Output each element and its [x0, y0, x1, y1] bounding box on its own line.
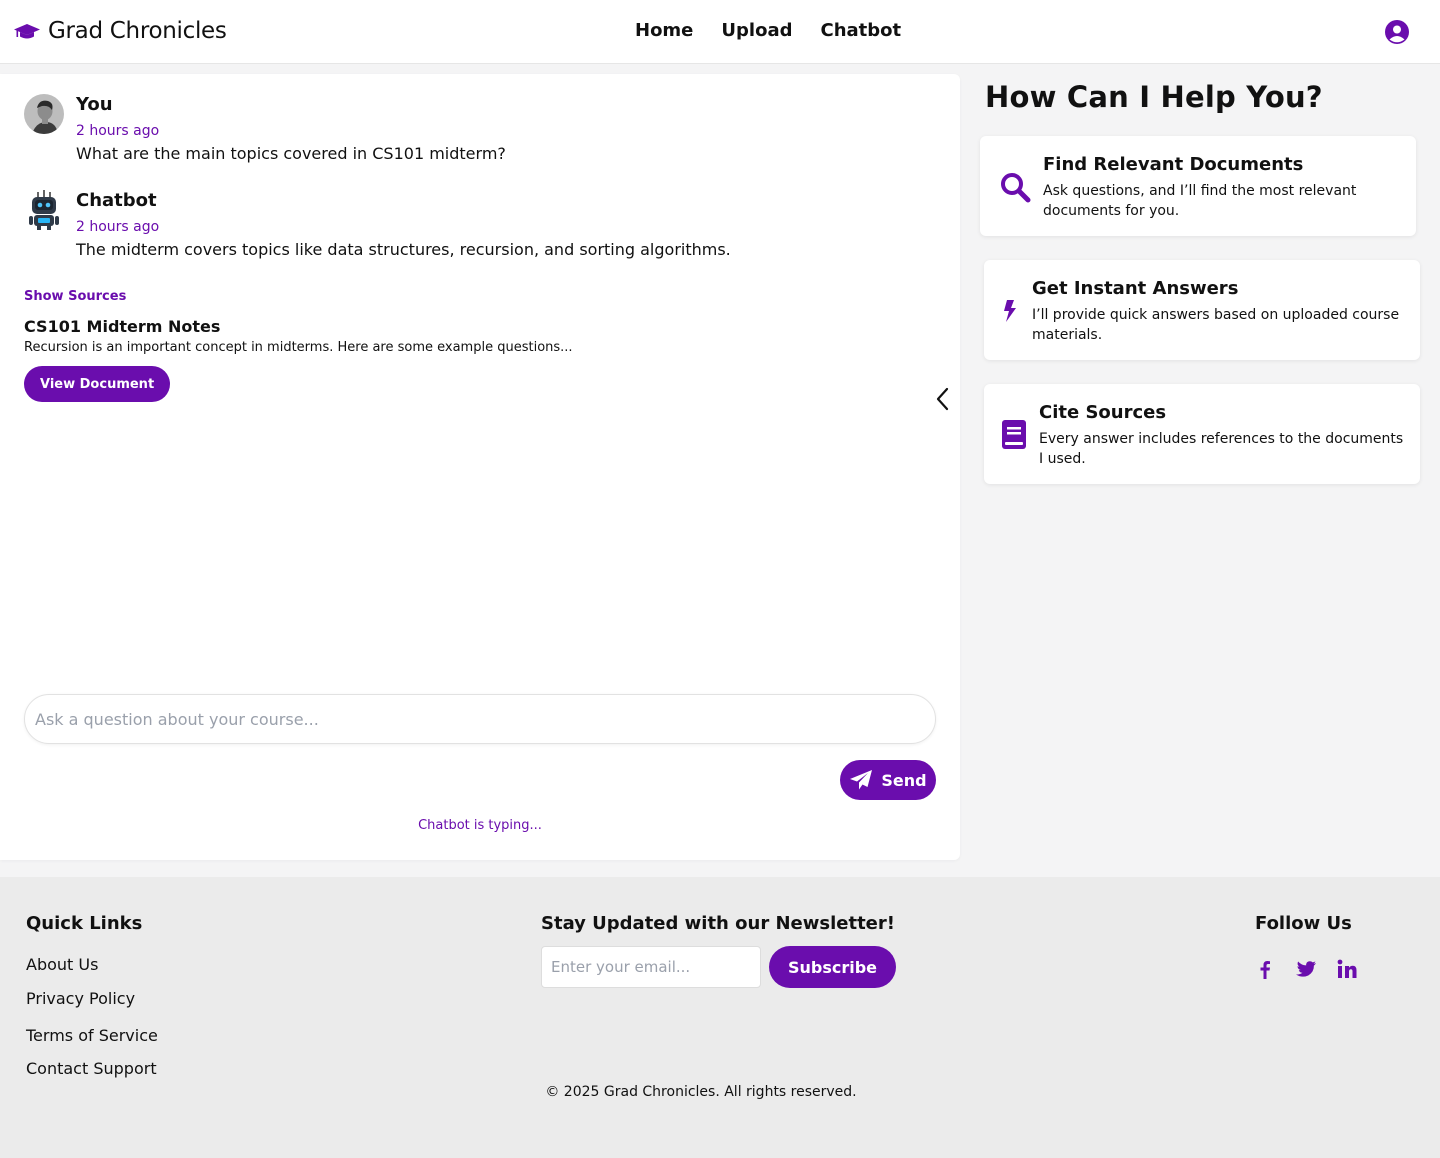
- feature-card-instant-answers: Get Instant Answers I’ll provide quick a…: [984, 260, 1420, 360]
- footer-link-terms[interactable]: Terms of Service: [26, 1026, 158, 1045]
- view-document-button[interactable]: View Document: [24, 366, 171, 402]
- copyright-text: © 2025 Grad Chronicles. All rights reser…: [545, 1084, 857, 1100]
- user-account-icon[interactable]: [1385, 20, 1409, 44]
- subscribe-button[interactable]: Subscribe: [769, 946, 896, 988]
- footer-link-contact[interactable]: Contact Support: [26, 1059, 157, 1078]
- message-timestamp: 2 hours ago: [76, 123, 160, 139]
- show-sources-toggle[interactable]: Show Sources: [24, 289, 126, 304]
- help-heading: How Can I Help You?: [985, 80, 1323, 114]
- newsletter-heading: Stay Updated with our Newsletter!: [541, 913, 895, 934]
- nav-chatbot[interactable]: Chatbot: [820, 20, 901, 41]
- bolt-icon: [1004, 300, 1016, 322]
- card-title: Find Relevant Documents: [1043, 154, 1304, 175]
- facebook-icon[interactable]: [1254, 958, 1276, 980]
- brand-logo[interactable]: Grad Chronicles: [14, 18, 227, 44]
- footer-link-privacy[interactable]: Privacy Policy: [26, 989, 135, 1008]
- message-author: You: [76, 94, 113, 115]
- paper-plane-icon: [850, 770, 873, 790]
- send-label: Send: [881, 770, 927, 790]
- chat-panel: You 2 hours ago What are the main topics…: [0, 74, 960, 860]
- chevron-left-icon[interactable]: [934, 386, 952, 412]
- card-description: Every answer includes references to the …: [1039, 431, 1404, 467]
- typing-indicator: Chatbot is typing...: [418, 818, 542, 833]
- brand-name: Grad Chronicles: [48, 18, 227, 44]
- book-icon: [1002, 420, 1026, 449]
- twitter-icon[interactable]: [1295, 958, 1317, 980]
- newsletter-email-input[interactable]: [541, 946, 761, 988]
- follow-us-heading: Follow Us: [1255, 913, 1352, 934]
- message-text: What are the main topics covered in CS10…: [76, 144, 506, 163]
- footer-link-about[interactable]: About Us: [26, 955, 98, 974]
- nav-upload[interactable]: Upload: [721, 20, 792, 41]
- robot-avatar: [29, 190, 59, 230]
- linkedin-icon[interactable]: [1336, 958, 1358, 980]
- source-title: CS101 Midterm Notes: [24, 317, 221, 336]
- card-title: Cite Sources: [1039, 402, 1167, 423]
- message-text: The midterm covers topics like data stru…: [76, 240, 731, 259]
- feature-card-cite-sources: Cite Sources Every answer includes refer…: [984, 384, 1420, 484]
- quick-links-heading: Quick Links: [26, 913, 143, 934]
- footer: Quick Links About Us Privacy Policy Term…: [0, 877, 1440, 1158]
- user-avatar: [24, 94, 64, 134]
- card-title: Get Instant Answers: [1032, 278, 1239, 299]
- message-author: Chatbot: [76, 190, 157, 211]
- top-navbar: Grad Chronicles Home Upload Chatbot: [0, 0, 1440, 64]
- feature-card-find-documents: Find Relevant Documents Ask questions, a…: [980, 136, 1416, 236]
- card-description: Ask questions, and I’ll find the most re…: [1043, 183, 1357, 219]
- message-timestamp: 2 hours ago: [76, 219, 160, 235]
- main-nav: Home Upload Chatbot: [635, 20, 901, 41]
- send-button[interactable]: Send: [840, 760, 936, 800]
- source-snippet: Recursion is an important concept in mid…: [24, 340, 573, 355]
- chat-question-input[interactable]: [24, 694, 936, 744]
- card-description: I’ll provide quick answers based on uplo…: [1032, 307, 1400, 343]
- search-icon: [1001, 173, 1031, 203]
- nav-home[interactable]: Home: [635, 20, 693, 41]
- graduation-cap-icon: [14, 24, 40, 39]
